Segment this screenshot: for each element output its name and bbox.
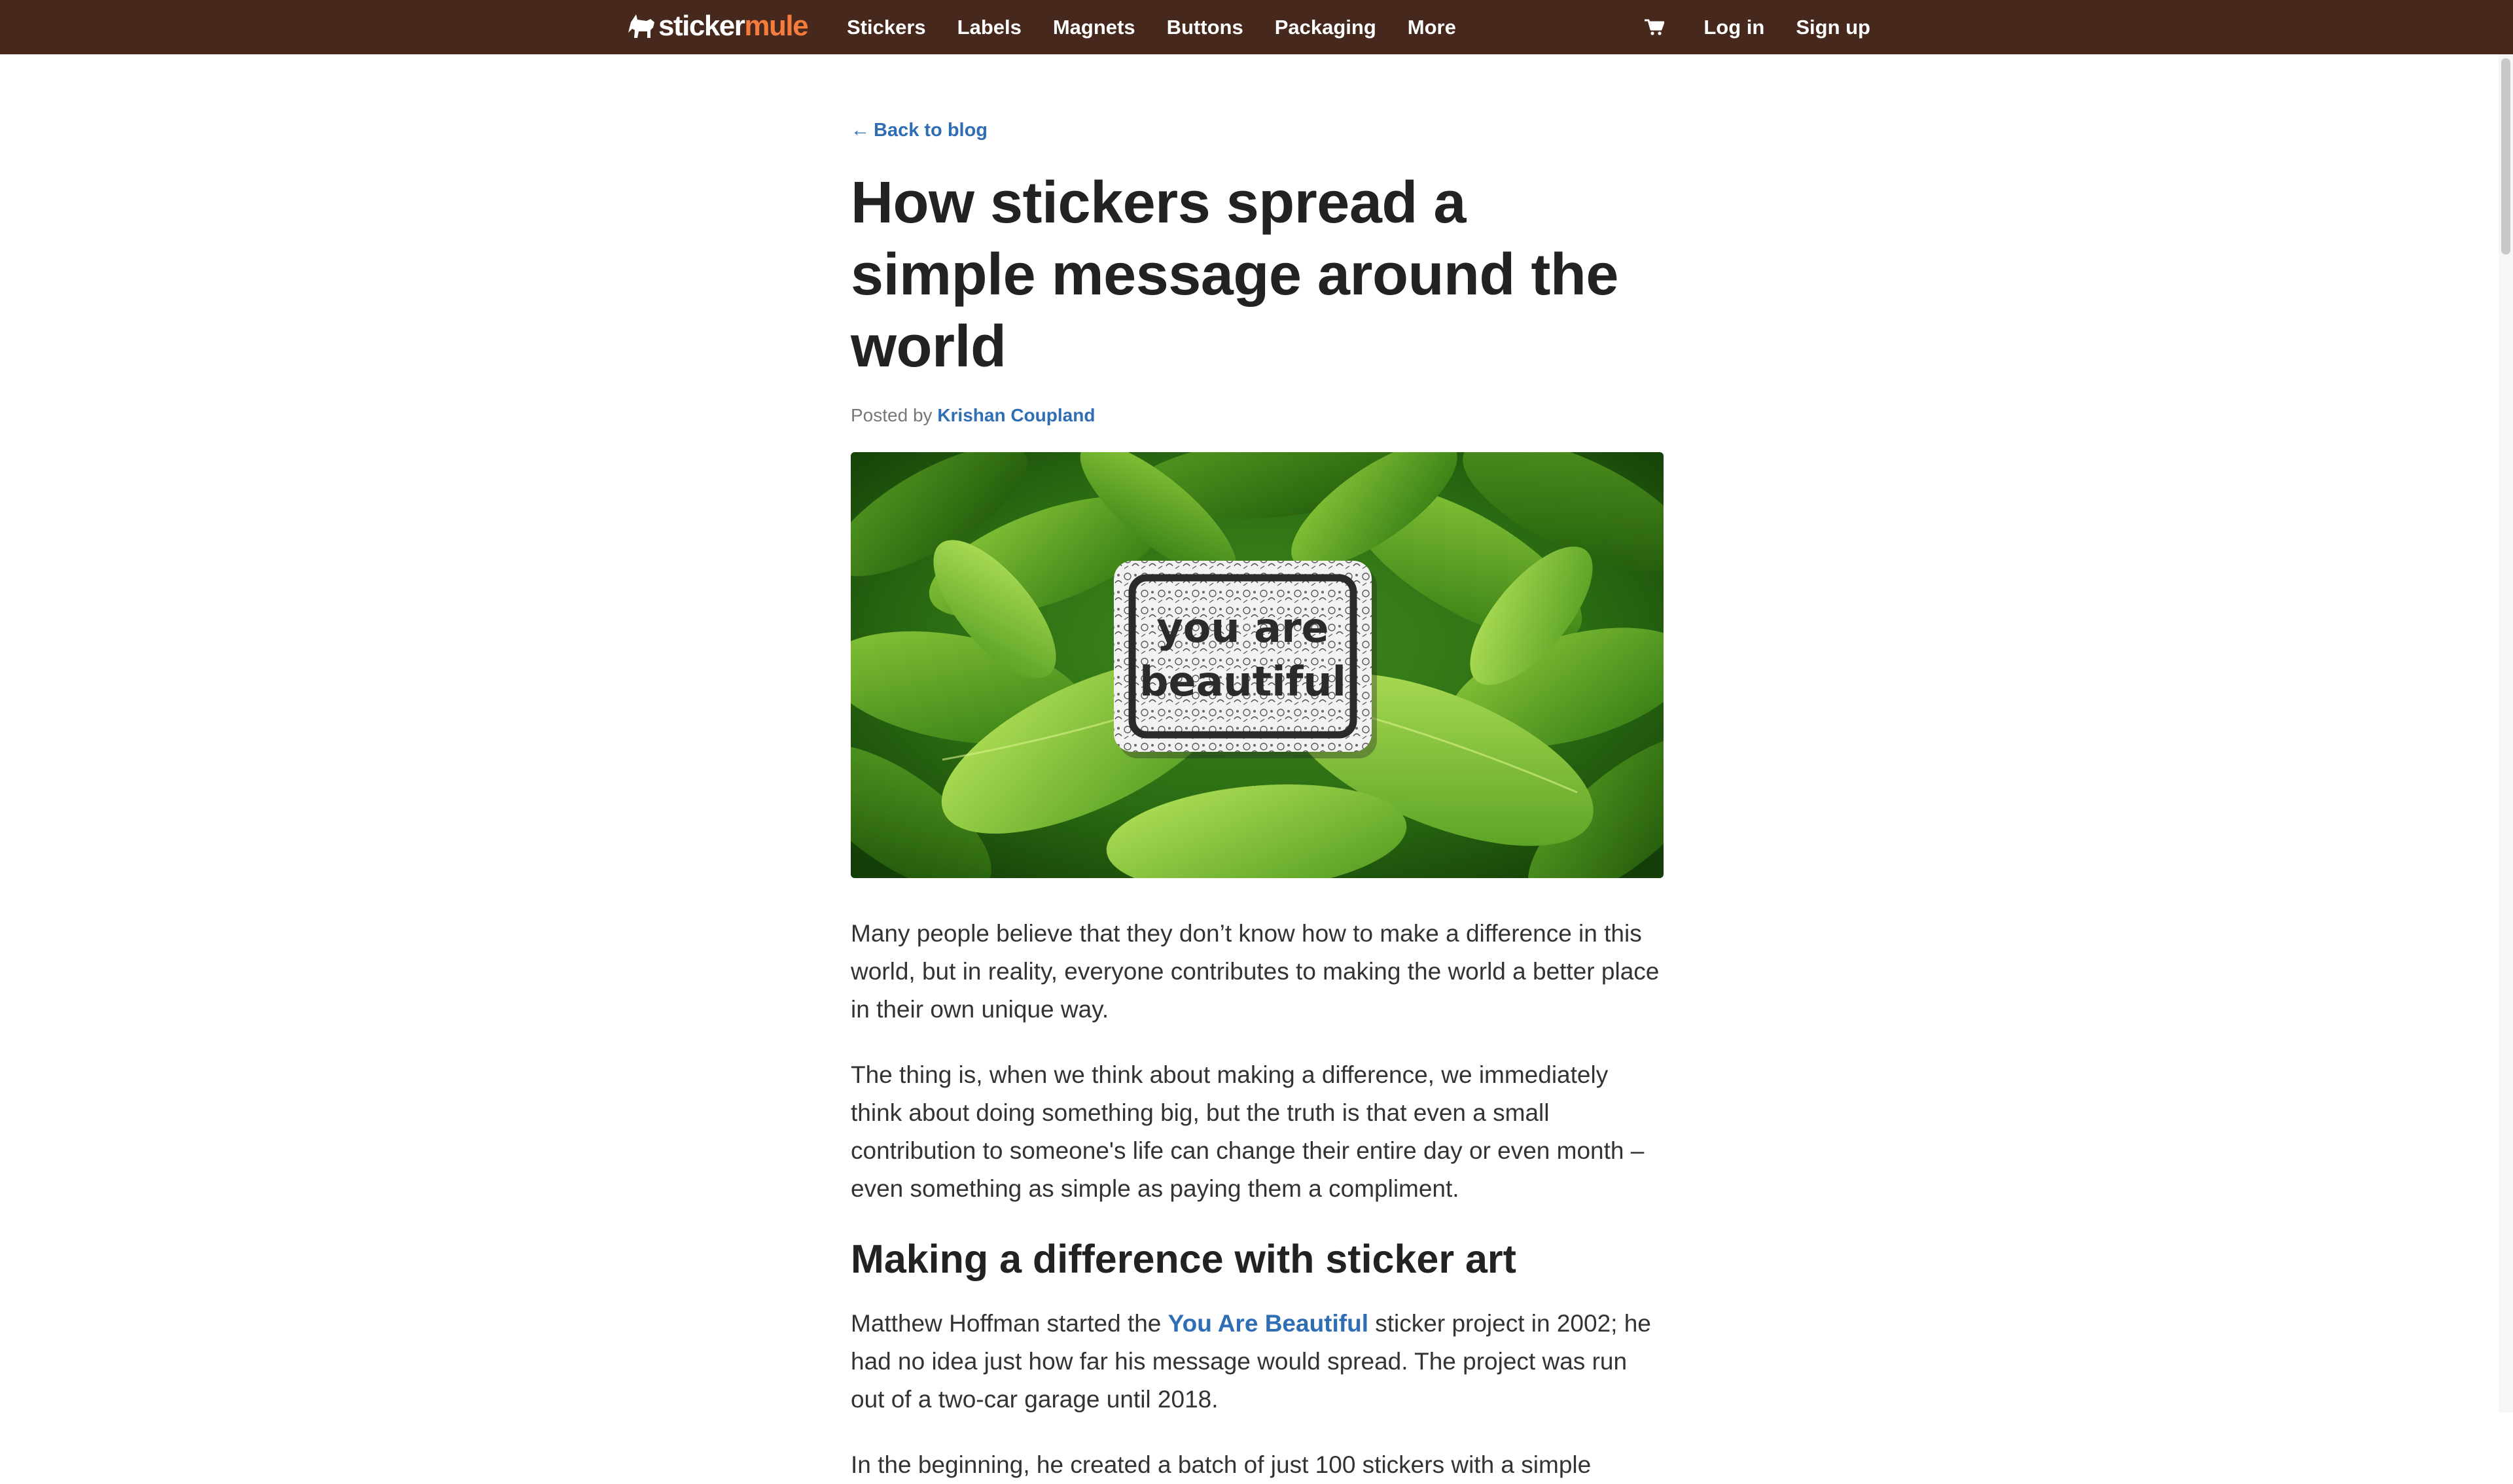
back-to-blog-link[interactable]: ← Back to blog xyxy=(851,117,1664,143)
nav-account-area: Log in Sign up xyxy=(1645,0,1870,54)
paragraph-3-start: Matthew Hoffman started the xyxy=(851,1310,1168,1337)
back-to-blog-label: Back to blog xyxy=(874,120,988,141)
stickermule-logo[interactable]: stickermule xyxy=(627,8,809,44)
author-link[interactable]: Krishan Coupland xyxy=(937,405,1095,425)
main-nav: Stickers Labels Magnets Buttons Packagin… xyxy=(847,0,1488,54)
nav-buttons[interactable]: Buttons xyxy=(1167,16,1243,39)
scrollbar-thumb[interactable] xyxy=(2501,58,2510,255)
logo-text-sticker: sticker xyxy=(658,10,745,42)
back-arrow-icon: ← xyxy=(851,120,870,141)
sticker-text-line1: you are xyxy=(1156,604,1328,652)
paragraph-1: Many people believe that they don’t know… xyxy=(851,920,1660,1023)
mule-logo-icon xyxy=(628,14,654,38)
paragraph-2: The thing is, when we think about making… xyxy=(851,1061,1645,1202)
top-navigation-bar: stickermule Stickers Labels Magnets Butt… xyxy=(0,0,2513,54)
you-are-beautiful-sticker: you are beautiful xyxy=(1114,561,1377,758)
byline-prefix: Posted by xyxy=(851,405,933,425)
paragraph-4: In the beginning, he created a batch of … xyxy=(851,1451,1592,1478)
nav-inner: stickermule Stickers Labels Magnets Butt… xyxy=(627,0,1870,54)
you-are-beautiful-link[interactable]: You Are Beautiful xyxy=(1168,1310,1368,1337)
cart-icon[interactable] xyxy=(1645,19,1665,36)
logo-wordmark: stickermule xyxy=(658,8,809,44)
hero-image: you are beautiful xyxy=(851,452,1664,878)
page-scrollbar[interactable] xyxy=(2499,54,2513,1413)
login-link[interactable]: Log in xyxy=(1703,16,1764,39)
nav-labels[interactable]: Labels xyxy=(957,16,1022,39)
nav-more[interactable]: More xyxy=(1408,16,1456,39)
nav-magnets[interactable]: Magnets xyxy=(1053,16,1135,39)
section-heading: Making a difference with sticker art xyxy=(851,1237,1516,1281)
post-byline: Posted by Krishan Coupland xyxy=(851,402,1664,429)
nav-packaging[interactable]: Packaging xyxy=(1275,16,1376,39)
post-title: How stickers spread a simple message aro… xyxy=(851,170,1618,380)
sticker-text-line2: beautiful xyxy=(1139,658,1346,705)
signup-link[interactable]: Sign up xyxy=(1796,16,1870,39)
nav-stickers[interactable]: Stickers xyxy=(847,16,926,39)
logo-text-mule: mule xyxy=(744,10,808,42)
paragraph-3: Matthew Hoffman started the You Are Beau… xyxy=(851,1305,1664,1419)
blog-article: ← Back to blog How stickers spread a simp… xyxy=(851,54,1664,1484)
